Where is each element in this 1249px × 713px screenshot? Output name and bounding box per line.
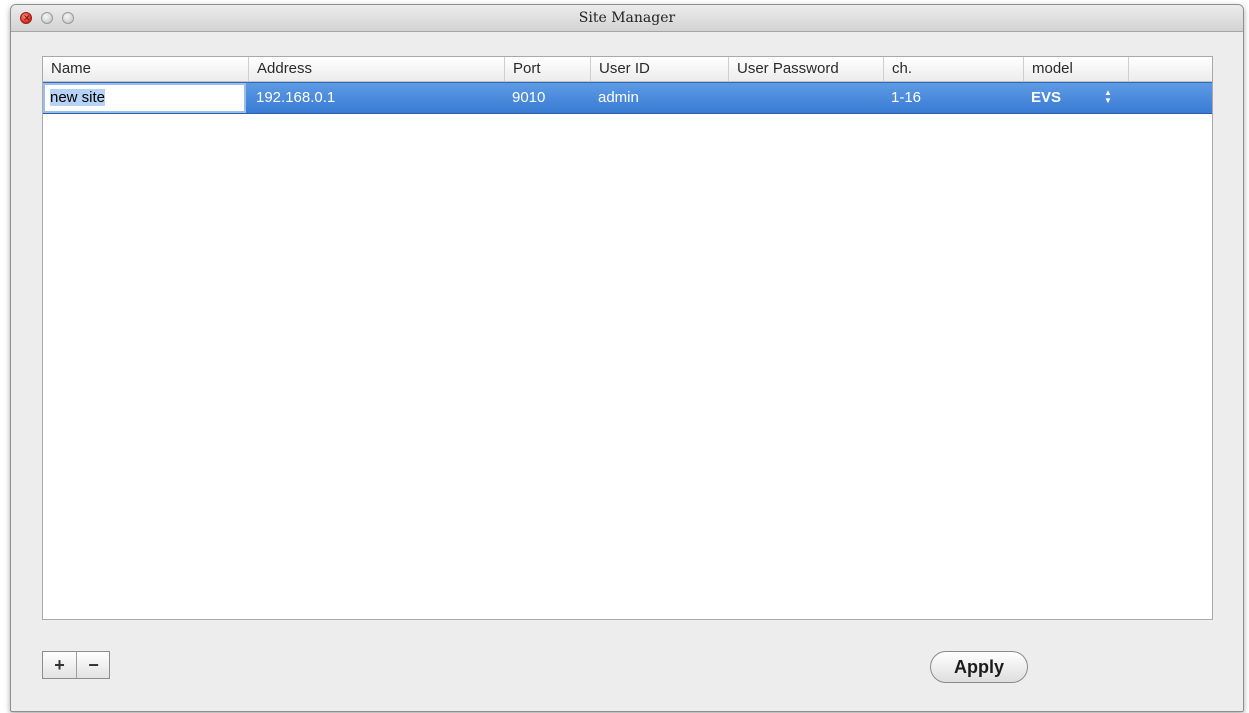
user-password-cell[interactable]: [729, 83, 884, 113]
remove-site-button[interactable]: −: [77, 652, 110, 678]
port-cell[interactable]: 9010: [505, 83, 591, 113]
window-title: Site Manager: [578, 10, 676, 26]
sites-table: Name Address Port User ID User Password …: [42, 56, 1213, 620]
add-remove-segment: + −: [42, 651, 110, 679]
column-header-user-id[interactable]: User ID: [591, 57, 729, 81]
table-row[interactable]: new site 192.168.0.1 9010 admin 1-16 EVS…: [43, 82, 1212, 114]
column-header-ch[interactable]: ch.: [884, 57, 1024, 81]
ch-cell[interactable]: 1-16: [884, 83, 1024, 113]
user-id-cell[interactable]: admin: [591, 83, 729, 113]
site-name-field[interactable]: new site: [43, 83, 246, 113]
bottom-toolbar: + − Apply: [11, 625, 1243, 711]
table-header: Name Address Port User ID User Password …: [43, 57, 1212, 82]
model-select[interactable]: EVS: [1024, 83, 1129, 113]
add-site-button[interactable]: +: [43, 652, 77, 678]
site-name-text: new site: [50, 89, 106, 106]
address-cell[interactable]: 192.168.0.1: [249, 83, 505, 113]
column-header-port[interactable]: Port: [505, 57, 591, 81]
up-down-arrows-icon[interactable]: ▲ ▼: [1103, 89, 1113, 107]
column-header-name[interactable]: Name: [43, 57, 249, 81]
column-header-address[interactable]: Address: [249, 57, 505, 81]
site-manager-window: ✕ Site Manager Name Address Port User ID…: [10, 4, 1244, 712]
column-header-model[interactable]: model: [1024, 57, 1129, 81]
apply-button[interactable]: Apply: [930, 651, 1028, 683]
title-bar: ✕ Site Manager: [11, 5, 1243, 32]
column-header-user-password[interactable]: User Password: [729, 57, 884, 81]
